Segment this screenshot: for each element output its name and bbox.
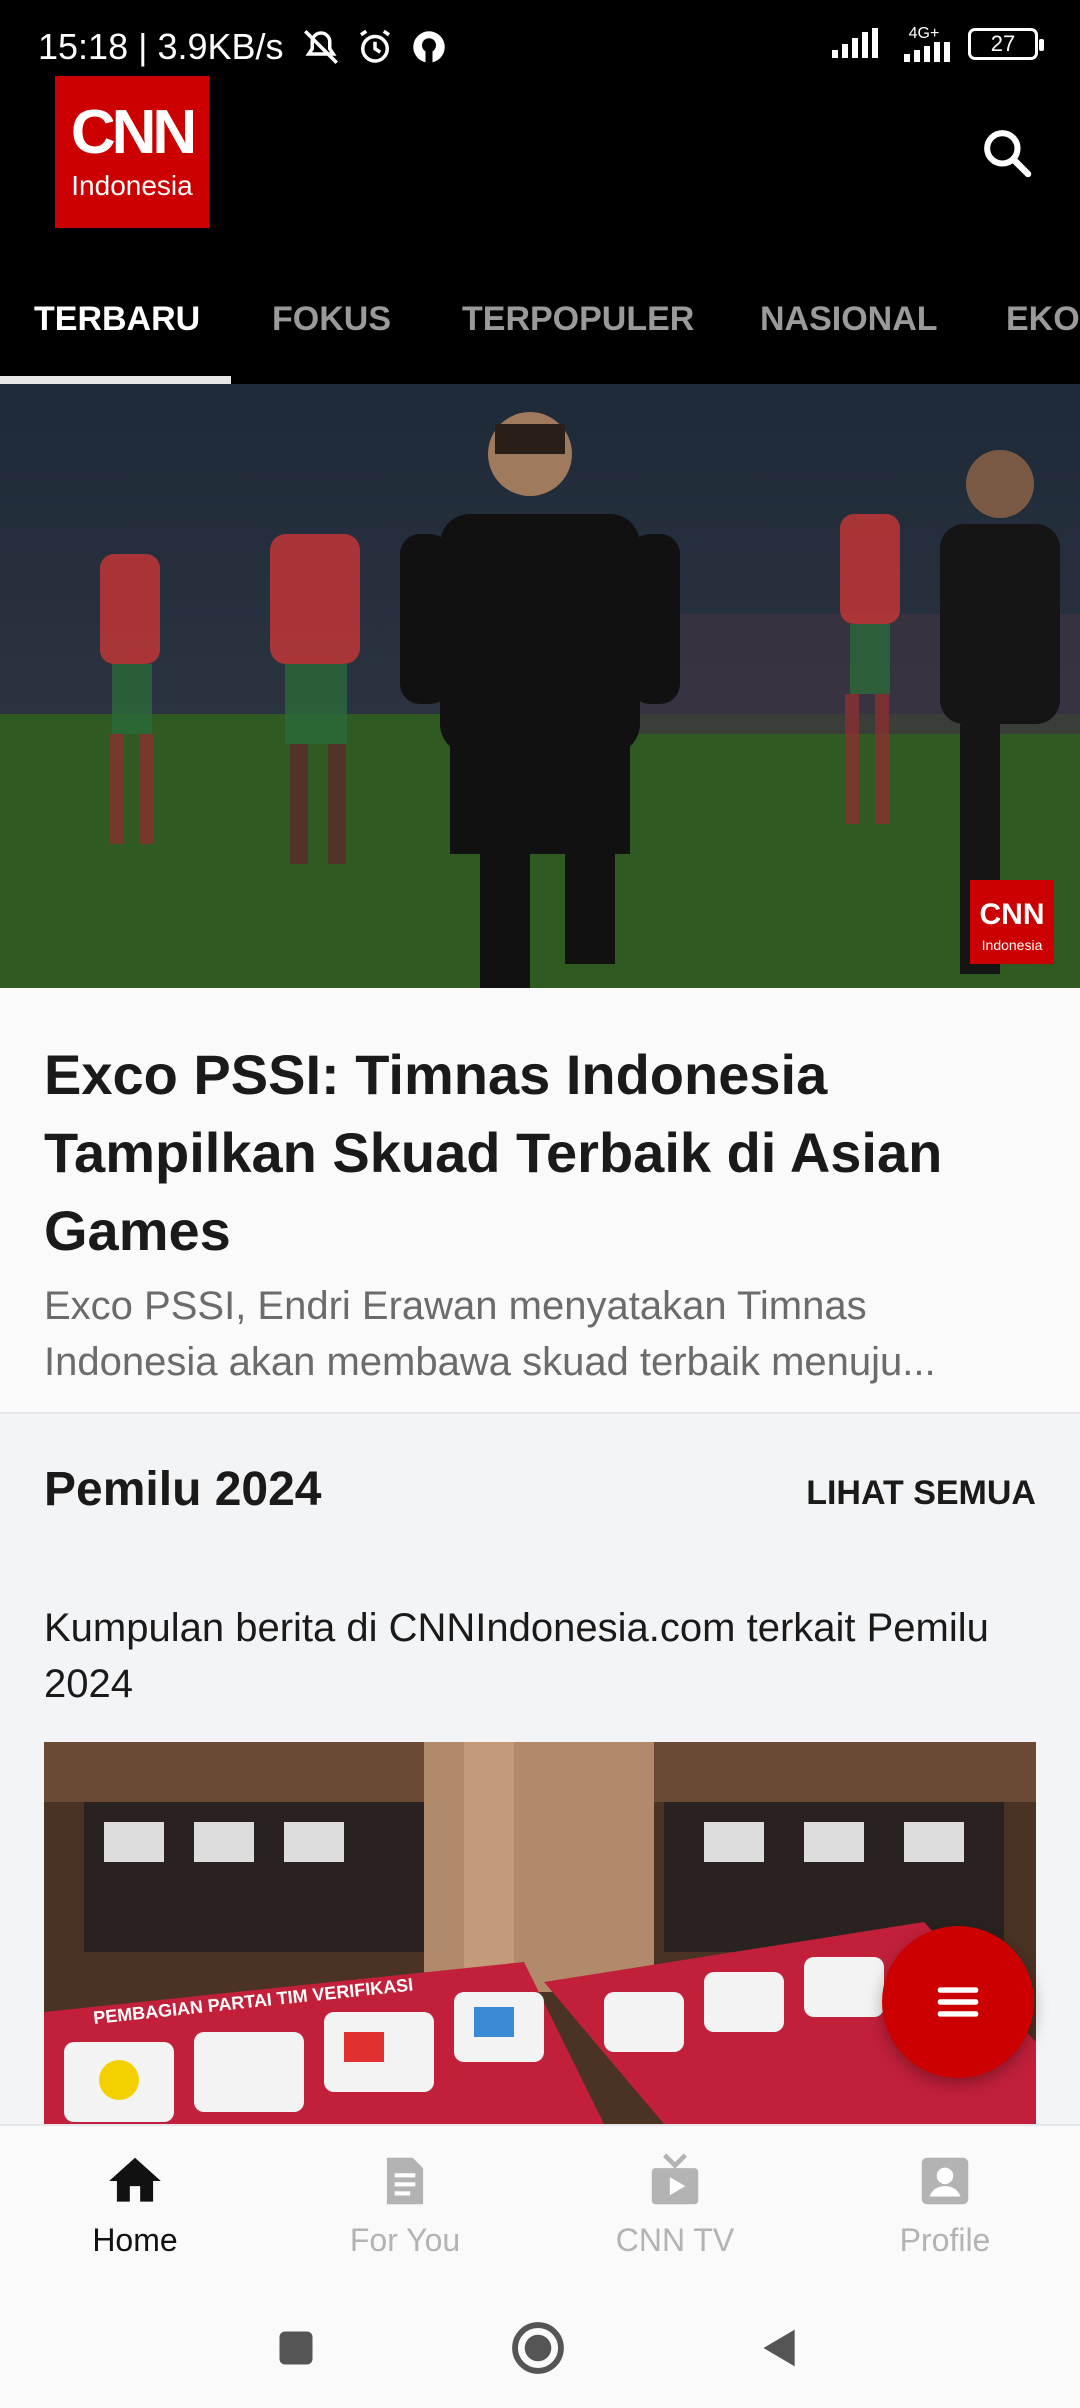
status-left: 15:18 | 3.9KB/s bbox=[38, 26, 450, 68]
nav-home[interactable]: Home bbox=[0, 2126, 270, 2278]
search-icon bbox=[984, 130, 1032, 178]
nav-cnn-tv[interactable]: CNN TV bbox=[540, 2126, 810, 2278]
nav-home-label: Home bbox=[92, 2222, 178, 2258]
headline-title[interactable]: Exco PSSI: Timnas Indonesia Tampilkan Sk… bbox=[44, 1036, 1044, 1270]
cnn-logo[interactable]: CNN Indonesia bbox=[55, 76, 209, 228]
nav-profile[interactable]: Profile bbox=[810, 2126, 1080, 2278]
tab-ekonomi[interactable]: EKO bbox=[1006, 300, 1080, 339]
square-icon bbox=[279, 2331, 313, 2365]
signal-icon bbox=[832, 28, 878, 58]
app-header: CNN Indonesia bbox=[0, 68, 1080, 268]
github-icon bbox=[412, 31, 445, 63]
network-type: 4G+ bbox=[908, 25, 940, 42]
document-icon bbox=[386, 2157, 424, 2205]
alarm-icon bbox=[359, 29, 390, 63]
tab-terpopuler[interactable]: TERPOPULER bbox=[462, 300, 694, 339]
profile-icon bbox=[921, 2157, 969, 2205]
circle-icon bbox=[512, 2322, 564, 2374]
logo-text: CNN bbox=[70, 98, 197, 167]
status-right: 4G+ 27 bbox=[830, 25, 1044, 62]
home-icon bbox=[109, 2157, 161, 2202]
search-button[interactable] bbox=[972, 118, 1042, 188]
status-time: 15:18 bbox=[38, 26, 129, 67]
logo-subtext: Indonesia bbox=[71, 170, 193, 201]
triangle-back-icon bbox=[763, 2329, 795, 2367]
bottom-navigation: Home For You CNN TV Profile bbox=[0, 2124, 1080, 2278]
mute-icon bbox=[303, 30, 338, 64]
watermark-text: CNN bbox=[980, 898, 1045, 931]
status-speed: 3.9KB/s bbox=[157, 26, 284, 67]
nav-cnn-tv-label: CNN TV bbox=[615, 2222, 735, 2258]
signal-icon-2 bbox=[904, 42, 950, 62]
menu-fab-button[interactable] bbox=[882, 1926, 1034, 2078]
section-title: Pemilu 2024 bbox=[44, 1463, 322, 1516]
nav-profile-label: Profile bbox=[899, 2222, 991, 2258]
back-button[interactable] bbox=[750, 2318, 810, 2378]
headline-description: Exco PSSI, Endri Erawan menyatakan Timna… bbox=[44, 1284, 936, 1384]
category-tabs: TERBARU FOKUS TERPOPULER NASIONAL EKO bbox=[0, 268, 1080, 384]
home-system-button[interactable] bbox=[508, 2318, 568, 2378]
section-description: Kumpulan berita di CNNIndonesia.com terk… bbox=[44, 1606, 989, 1706]
system-navigation-bar bbox=[0, 2278, 1080, 2408]
football-photo: CNN Indonesia bbox=[0, 384, 1080, 988]
active-tab-indicator bbox=[0, 376, 231, 384]
recents-button[interactable] bbox=[266, 2318, 326, 2378]
battery-icon: 27 bbox=[968, 28, 1044, 60]
tab-nasional[interactable]: NASIONAL bbox=[760, 300, 938, 339]
tab-fokus[interactable]: FOKUS bbox=[272, 300, 391, 339]
status-bar: 15:18 | 3.9KB/s 4G+ 27 bbox=[0, 0, 1080, 68]
section-image[interactable]: PEMBAGIAN PARTAI TIM VERIFIKASI bbox=[44, 1742, 1036, 2124]
hero-image[interactable]: CNN Indonesia bbox=[0, 384, 1080, 988]
watermark-subtext: Indonesia bbox=[982, 937, 1043, 953]
verification-room-photo: PEMBAGIAN PARTAI TIM VERIFIKASI bbox=[44, 1742, 1036, 2124]
headline-card[interactable]: Exco PSSI: Timnas Indonesia Tampilkan Sk… bbox=[0, 988, 1080, 1414]
nav-for-you[interactable]: For You bbox=[270, 2126, 540, 2278]
tab-terbaru[interactable]: TERBARU bbox=[34, 300, 200, 339]
tv-icon bbox=[651, 2153, 699, 2205]
see-all-link[interactable]: LIHAT SEMUA bbox=[806, 1474, 1036, 1513]
menu-icon bbox=[937, 1987, 979, 2017]
nav-for-you-label: For You bbox=[349, 2222, 461, 2258]
